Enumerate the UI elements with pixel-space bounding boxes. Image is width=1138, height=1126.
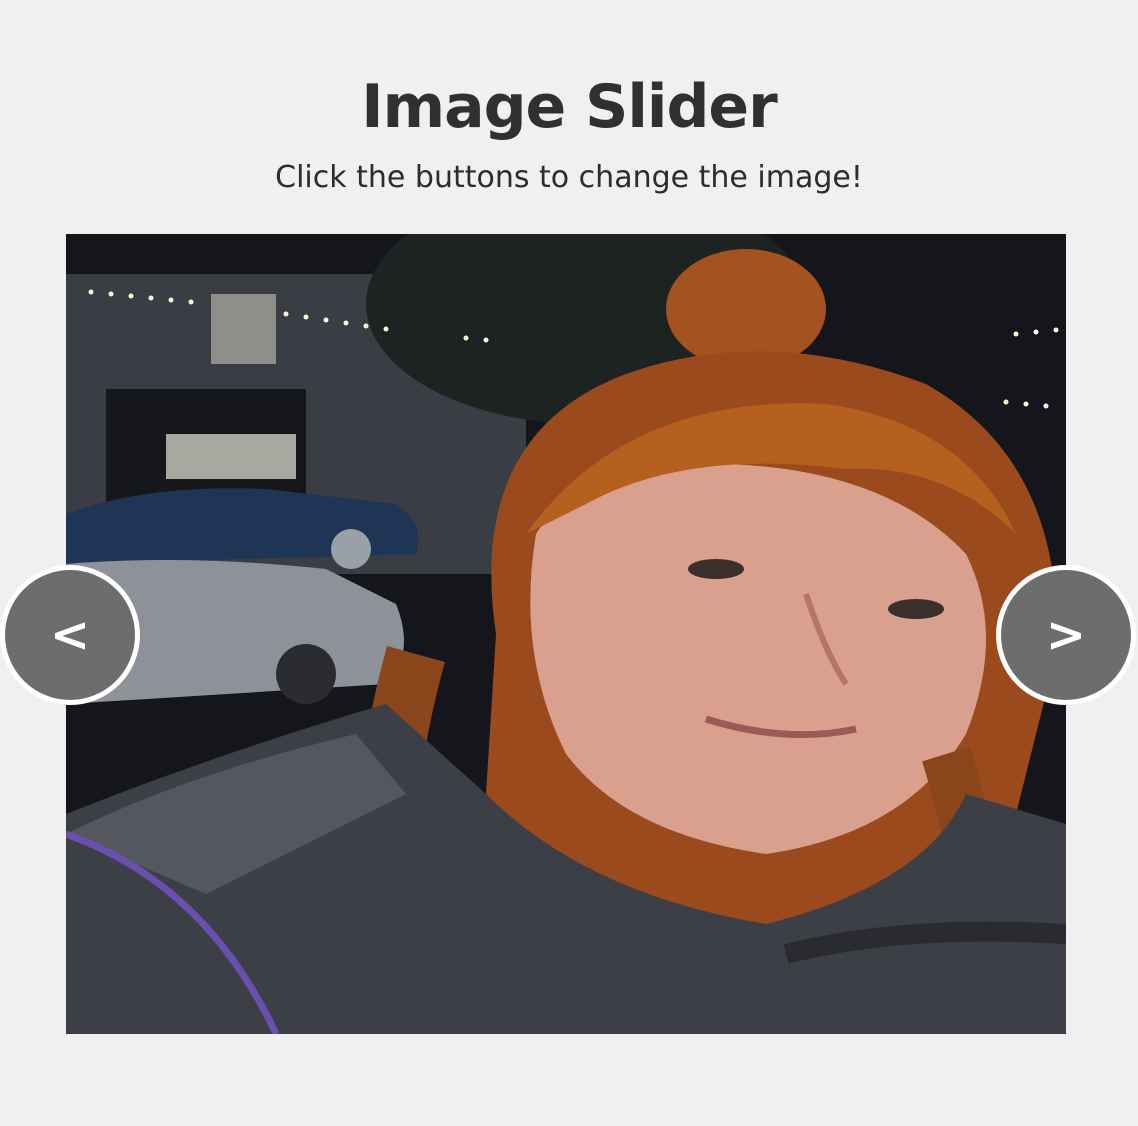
prev-button[interactable]: < [0,565,140,705]
page-title: Image Slider [361,72,777,142]
slider-image-frame [66,234,1066,1034]
page-subtitle: Click the buttons to change the image! [275,160,863,195]
next-button[interactable]: > [996,565,1136,705]
slider-image [66,234,1066,1034]
